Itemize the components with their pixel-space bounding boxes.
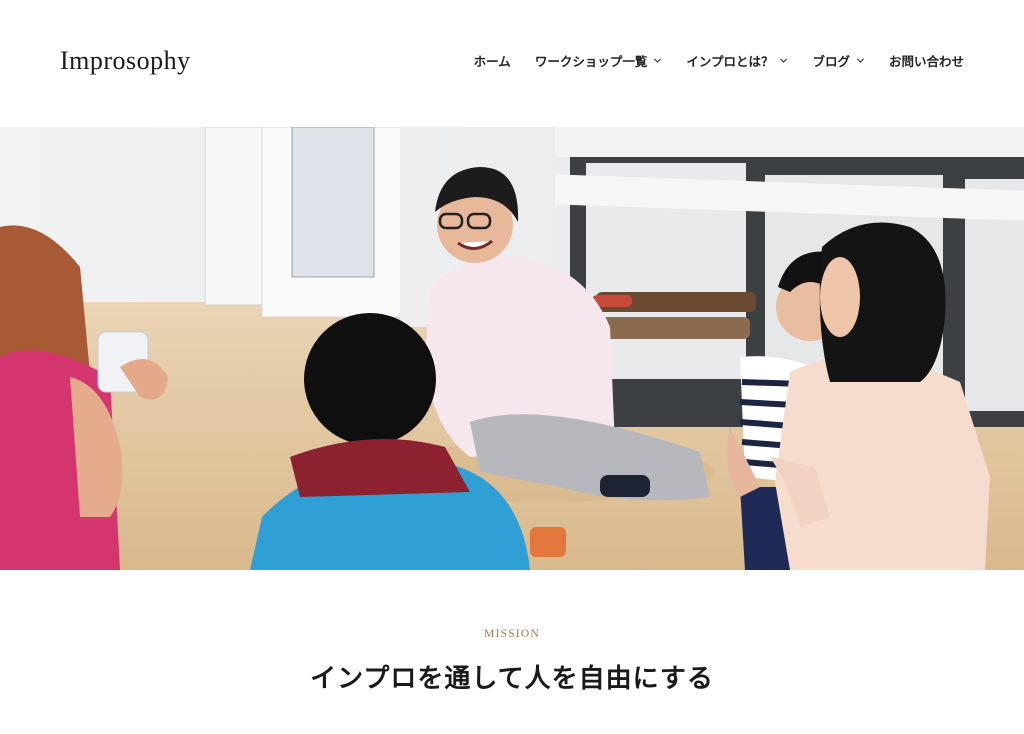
chevron-down-icon [654,58,662,63]
chevron-down-icon [780,58,788,63]
main-nav: ホーム ワークショップ一覧 インプロとは？ ブログ お問い合わせ [474,51,964,70]
chevron-down-icon [856,58,865,63]
hero-image [0,127,1024,570]
mission-title: インプロを通して人を自由にする [310,664,714,694]
nav-item-label: お問い合わせ [888,54,964,69]
mission-section: MISSION インプロを通して人を自由にする [0,570,1024,734]
nav-item-label: ワークショップ一覧 [534,54,648,69]
nav-item-blog[interactable]: ブログ [812,51,865,70]
nav-item-label: インプロとは？ [686,54,774,69]
nav-item-about-impro[interactable]: インプロとは？ [686,51,788,70]
nav-item-contact[interactable]: お問い合わせ [889,51,964,70]
nav-item-home[interactable]: ホーム [474,51,511,70]
mission-label: MISSION [484,628,540,640]
nav-item-label: ホーム [473,54,511,69]
site-logo[interactable]: Improsophy [60,46,191,76]
nav-item-label: ブログ [812,54,850,69]
photo-icon [0,127,1024,570]
nav-item-workshops[interactable]: ワークショップ一覧 [535,51,663,70]
site-header: Improsophy ホーム ワークショップ一覧 インプロとは？ ブログ お問い… [0,0,1024,127]
